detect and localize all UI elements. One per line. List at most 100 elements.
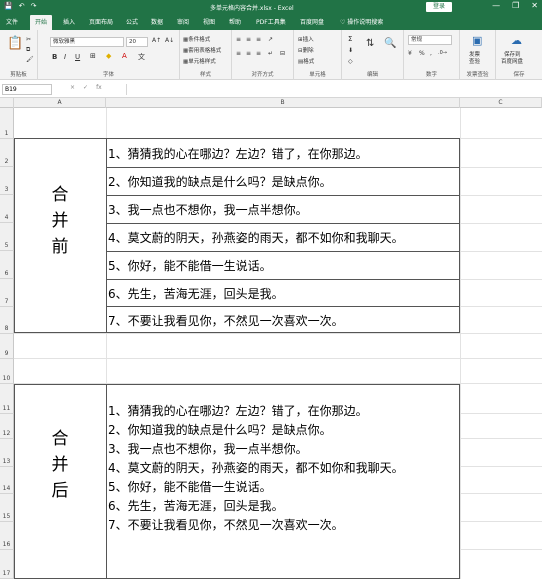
- close-icon[interactable]: ✕: [531, 1, 538, 10]
- tab-file[interactable]: 文件: [6, 17, 18, 26]
- row-header[interactable]: 17: [0, 550, 14, 579]
- cut-icon[interactable]: ✂: [26, 36, 31, 43]
- tab-help[interactable]: 帮助: [229, 17, 241, 26]
- font-color-icon[interactable]: A: [122, 52, 127, 60]
- name-box[interactable]: B19: [2, 84, 52, 95]
- minimize-icon[interactable]: —: [492, 1, 500, 10]
- row-header[interactable]: 5: [0, 223, 14, 251]
- row-header[interactable]: 10: [0, 359, 14, 384]
- comma-icon[interactable]: ,: [430, 50, 432, 57]
- row-header[interactable]: 7: [0, 279, 14, 307]
- cell-styles-button[interactable]: ▦单元格样式: [183, 57, 216, 65]
- row-header[interactable]: 1: [0, 108, 14, 139]
- row-header[interactable]: 11: [0, 384, 14, 414]
- row-header[interactable]: 14: [0, 467, 14, 494]
- copy-icon[interactable]: ⧉: [26, 46, 30, 54]
- merged-cell-after[interactable]: 1、猜猜我的心在哪边？左边？错了，在你那边。 2、你知道我的缺点是什么吗？是缺点…: [108, 402, 404, 535]
- bold-button[interactable]: B: [52, 53, 57, 61]
- insert-function-icon[interactable]: fx: [96, 84, 102, 91]
- italic-button[interactable]: I: [64, 53, 66, 61]
- currency-icon[interactable]: ¥: [408, 50, 412, 57]
- formula-bar: B19 × ✓ fx: [0, 80, 542, 98]
- before-line-2[interactable]: 2、你知道我的缺点是什么吗？是缺点你。: [108, 173, 332, 190]
- cloud-save-icon[interactable]: ☁: [511, 34, 522, 47]
- enter-icon[interactable]: ✓: [83, 84, 88, 91]
- align-middle-icon[interactable]: ≡: [246, 36, 251, 43]
- row-header[interactable]: 13: [0, 439, 14, 467]
- row-header[interactable]: 3: [0, 167, 14, 195]
- redo-icon[interactable]: ↷: [31, 2, 37, 10]
- tab-page-layout[interactable]: 页面布局: [89, 17, 113, 26]
- align-right-icon[interactable]: ≡: [256, 50, 261, 57]
- number-format-select[interactable]: 常规: [408, 35, 452, 45]
- merge-center-icon[interactable]: ⊟: [280, 50, 285, 57]
- underline-button[interactable]: U: [75, 53, 80, 61]
- tab-review[interactable]: 审阅: [177, 17, 189, 26]
- tell-me-search[interactable]: ♡ 操作说明搜索: [340, 17, 383, 26]
- row-header[interactable]: 4: [0, 195, 14, 223]
- align-bottom-icon[interactable]: ≡: [256, 36, 261, 43]
- save-netdisk-label-2[interactable]: 百度网盘: [501, 57, 523, 65]
- tab-formulas[interactable]: 公式: [126, 17, 138, 26]
- font-name-select[interactable]: 微软雅黑: [50, 37, 124, 47]
- clear-icon[interactable]: ◇: [348, 58, 353, 65]
- align-left-icon[interactable]: ≡: [236, 50, 241, 57]
- align-center-icon[interactable]: ≡: [246, 50, 251, 57]
- grow-font-icon[interactable]: A↑: [152, 37, 161, 44]
- select-all-corner[interactable]: [0, 98, 14, 108]
- row-header[interactable]: 2: [0, 139, 14, 167]
- conditional-format-button[interactable]: ▦条件格式: [183, 35, 210, 43]
- row-header[interactable]: 8: [0, 307, 14, 334]
- percent-icon[interactable]: %: [419, 50, 425, 57]
- before-line-3[interactable]: 3、我一点也不想你，我一点半想你。: [108, 201, 308, 218]
- before-line-1[interactable]: 1、猜猜我的心在哪边？左边？错了，在你那边。: [108, 145, 368, 162]
- phonetic-icon[interactable]: 文: [138, 52, 145, 62]
- row-header[interactable]: 9: [0, 334, 14, 359]
- format-cells-button[interactable]: ▤格式: [298, 57, 314, 65]
- formula-input[interactable]: [126, 84, 540, 95]
- autosum-icon[interactable]: Σ: [348, 35, 352, 43]
- invoice-check-icon[interactable]: ▣: [472, 34, 482, 47]
- row-header[interactable]: 15: [0, 494, 14, 522]
- delete-cells-button[interactable]: ⊟删除: [298, 46, 314, 54]
- fill-icon[interactable]: ⬇: [348, 47, 353, 54]
- worksheet-grid[interactable]: 合 并 前 1、猜猜我的心在哪边？左边？错了，在你那边。 2、你知道我的缺点是什…: [14, 108, 542, 579]
- tab-home[interactable]: 开始: [30, 15, 53, 30]
- undo-icon[interactable]: ↶: [19, 2, 25, 10]
- before-line-5[interactable]: 5、你好，能不能借一生说话。: [108, 257, 272, 274]
- format-painter-icon[interactable]: 🖌: [26, 56, 34, 63]
- before-line-4[interactable]: 4、莫文蔚的阴天，孙燕姿的雨天，都不如你和我聊天。: [108, 229, 404, 246]
- cancel-icon[interactable]: ×: [70, 84, 75, 91]
- save-icon[interactable]: 💾: [4, 2, 13, 10]
- tab-data[interactable]: 数据: [151, 17, 163, 26]
- tab-pdf-tools[interactable]: PDF工具集: [256, 17, 286, 26]
- restore-icon[interactable]: ❐: [512, 1, 519, 10]
- invoice-check-label-2[interactable]: 查验: [469, 57, 480, 65]
- increase-decimal-icon[interactable]: .0→: [438, 50, 447, 56]
- before-line-7[interactable]: 7、不要让我看见你，不然见一次喜欢一次。: [108, 312, 344, 329]
- tab-baidu-netdisk[interactable]: 百度网盘: [300, 17, 324, 26]
- insert-cells-button[interactable]: ⊞插入: [298, 35, 314, 43]
- login-button[interactable]: 登录: [426, 2, 452, 12]
- row-header[interactable]: 6: [0, 251, 14, 279]
- row-header[interactable]: 12: [0, 414, 14, 439]
- row-header[interactable]: 16: [0, 522, 14, 550]
- align-top-icon[interactable]: ≡: [236, 36, 241, 43]
- font-size-select[interactable]: 20: [126, 37, 148, 47]
- table-format-button[interactable]: ▦套用表格格式: [183, 46, 221, 54]
- find-select-icon[interactable]: 🔍: [384, 38, 396, 49]
- sort-filter-icon[interactable]: ⇅: [366, 38, 374, 49]
- shrink-font-icon[interactable]: A↓: [165, 37, 174, 44]
- border-icon[interactable]: ⊞: [90, 52, 96, 60]
- column-header-c[interactable]: C: [460, 98, 542, 108]
- orientation-icon[interactable]: ↗: [268, 36, 273, 43]
- after-line-4: 4、莫文蔚的阴天，孙燕姿的雨天，都不如你和我聊天。: [108, 461, 404, 475]
- wrap-text-icon[interactable]: ↵: [268, 50, 273, 57]
- paste-icon[interactable]: 📋: [7, 36, 23, 51]
- tab-insert[interactable]: 插入: [63, 17, 75, 26]
- fill-color-icon[interactable]: ◆: [106, 52, 111, 60]
- tab-view[interactable]: 视图: [203, 17, 215, 26]
- before-line-6[interactable]: 6、先生，苦海无涯，回头是我。: [108, 285, 284, 302]
- column-header-a[interactable]: A: [14, 98, 106, 108]
- column-header-b[interactable]: B: [106, 98, 460, 108]
